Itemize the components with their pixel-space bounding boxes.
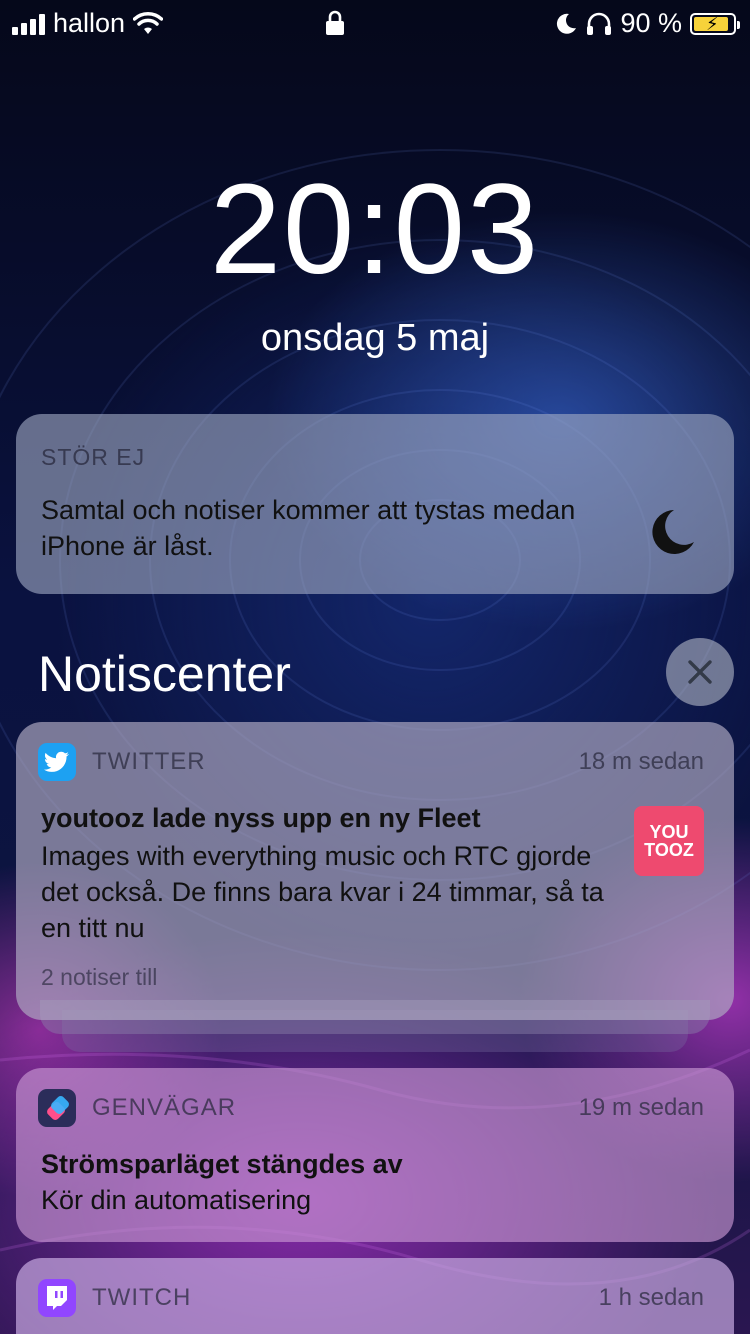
lock-icon <box>326 10 344 35</box>
status-bar: hallon 90 % ⚡ <box>0 0 750 48</box>
notification-app-name: TWITCH <box>92 1284 192 1311</box>
thumbnail-text-line: YOU <box>649 822 689 842</box>
shortcuts-icon <box>38 1089 76 1127</box>
do-not-disturb-moon-icon <box>557 13 577 34</box>
clear-notifications-button[interactable] <box>666 638 734 706</box>
notification-time: 18 m sedan <box>578 748 704 775</box>
battery-percentage: 90 % <box>620 8 682 38</box>
close-icon <box>688 660 712 684</box>
charging-bolt-icon: ⚡ <box>706 13 719 34</box>
notification-body: Images with everything music och RTC gjo… <box>41 841 604 943</box>
notification-twitter[interactable]: TWITTER 18 m sedan youtooz lade nyss upp… <box>16 722 734 1020</box>
carrier-name: hallon <box>53 8 126 38</box>
twitter-icon <box>38 743 76 781</box>
notification-time: 1 h sedan <box>598 1284 704 1311</box>
more-notifications-label[interactable]: 2 notiser till <box>41 964 157 991</box>
notification-app-name: TWITTER <box>92 748 206 775</box>
cellular-signal-icon <box>12 13 45 35</box>
notification-title: youtooz lade nyss upp en ny Fleet <box>41 803 481 833</box>
notification-app-name: GENVÄGAR <box>92 1094 237 1121</box>
notification-center-title: Notiscenter <box>38 646 291 702</box>
twitch-icon <box>38 1279 76 1317</box>
battery-icon: ⚡ <box>690 12 740 35</box>
notification-twitch[interactable]: TWITCH 1 h sedan <box>16 1258 734 1334</box>
do-not-disturb-card[interactable]: STÖR EJ Samtal och notiser kommer att ty… <box>16 414 734 594</box>
headphones-icon <box>587 12 612 35</box>
dnd-body: Samtal och notiser kommer att tystas med… <box>41 495 576 561</box>
lock-screen-date: onsdag 5 maj <box>260 317 490 359</box>
notification-body: Kör din automatisering <box>41 1185 312 1215</box>
notification-genvagar[interactable]: GENVÄGAR 19 m sedan Strömsparläget stäng… <box>16 1068 734 1242</box>
notification-thumbnail: YOU TOOZ <box>634 806 704 876</box>
notification-time: 19 m sedan <box>578 1094 704 1121</box>
lock-screen-time: 20:03 <box>209 158 541 301</box>
notification-title: Strömsparläget stängdes av <box>41 1149 403 1179</box>
wifi-icon <box>133 11 164 34</box>
dnd-title: STÖR EJ <box>41 444 146 470</box>
thumbnail-text-line: TOOZ <box>644 840 694 860</box>
moon-icon <box>652 510 694 554</box>
